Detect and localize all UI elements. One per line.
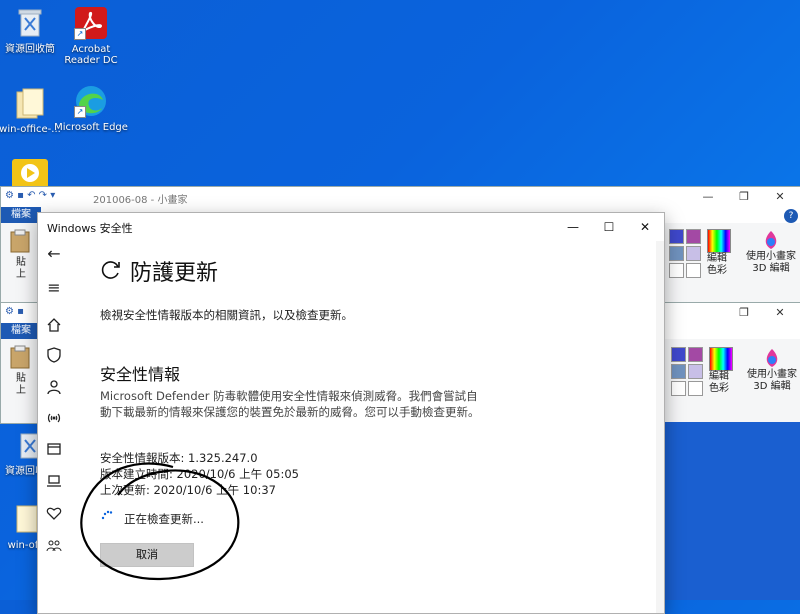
color-swatch[interactable] — [669, 246, 684, 261]
color-swatch[interactable] — [671, 347, 686, 362]
color-swatch[interactable] — [688, 364, 703, 379]
close-button[interactable]: ✕ — [763, 187, 797, 207]
tab-file[interactable]: 檔案 — [1, 207, 41, 223]
acrobat-reader-icon[interactable]: ↗ Acrobat Reader DC — [53, 6, 129, 66]
paste-button[interactable]: 貼上 — [9, 345, 33, 397]
edge-icon-image: ↗ — [74, 84, 108, 118]
tab-file-label: 檔案 — [11, 209, 31, 220]
close-button[interactable]: ✕ — [630, 217, 660, 237]
shortcut-arrow-icon: ↗ — [74, 106, 86, 118]
device-security-icon[interactable] — [45, 473, 63, 491]
heart-health-icon[interactable] — [45, 505, 63, 523]
color-swatch[interactable] — [688, 347, 703, 362]
paste-label: 貼上 — [16, 373, 26, 396]
tab-file-label: 檔案 — [11, 325, 31, 336]
paint3d-label: 使用小畫家 3D 編輯 — [746, 251, 796, 274]
app-browser-icon[interactable] — [45, 441, 63, 459]
paint-titlebar: ⚙ ▪ ↶ ↷ ▾ 201006-08 - 小畫家 — ❐ ✕ — [1, 187, 800, 207]
network-icon[interactable] — [45, 409, 63, 427]
clipboard-icon — [10, 345, 30, 369]
refresh-icon — [100, 259, 122, 285]
maximize-button[interactable]: ❐ — [727, 187, 761, 207]
shield-icon[interactable] — [45, 347, 63, 365]
color-swatch[interactable] — [669, 229, 684, 244]
edit-colors-button[interactable]: 編輯色彩 — [705, 229, 731, 277]
minimize-button[interactable]: — — [558, 217, 588, 237]
win-office-label: win-office-... — [0, 124, 61, 135]
section-title: 安全性情報 — [100, 365, 181, 384]
window-title: Windows 安全性 — [47, 222, 133, 235]
scrollbar[interactable] — [656, 241, 664, 613]
acrobat-icon-image: ↗ — [74, 6, 108, 40]
acrobat-label: Acrobat Reader DC — [64, 44, 118, 66]
tab-file[interactable]: 檔案 — [1, 323, 41, 339]
edge-label: Microsoft Edge — [54, 122, 128, 133]
clipboard-icon — [10, 229, 30, 253]
paint3d-label: 使用小畫家 3D 編輯 — [747, 369, 797, 392]
paint3d-icon — [766, 349, 778, 367]
color-spectrum-icon — [709, 347, 733, 371]
page-title: 防護更新 — [130, 261, 219, 286]
paint-canvas-area — [663, 422, 800, 600]
minimize-button[interactable]: — — [691, 187, 725, 207]
microsoft-edge-icon[interactable]: ↗ Microsoft Edge — [53, 84, 129, 133]
paste-label: 貼上 — [16, 257, 26, 280]
color-swatch[interactable] — [686, 246, 701, 261]
home-icon[interactable] — [45, 317, 63, 335]
ribbon-scroll-icon[interactable]: ? — [784, 209, 798, 223]
hamburger-menu-icon[interactable]: ≡ — [45, 279, 63, 297]
color-swatch[interactable] — [686, 229, 701, 244]
paint3d-button[interactable]: 使用小畫家 3D 編輯 — [745, 347, 799, 393]
account-icon[interactable] — [45, 379, 63, 397]
edit-colors-label: 編輯色彩 — [707, 253, 727, 276]
edit-colors-button[interactable]: 編輯色彩 — [707, 347, 733, 395]
shortcut-arrow-icon: ↗ — [74, 28, 86, 40]
family-icon[interactable] — [45, 537, 63, 555]
back-arrow-icon[interactable]: ← — [45, 245, 63, 263]
page-subtitle: 檢視安全性情報版本的相關資訊，以及檢查更新。 — [100, 308, 353, 322]
recycle-bin-label: 資源回收筒 — [5, 44, 55, 55]
annotation-ellipse — [80, 462, 240, 581]
maximize-button[interactable]: ❐ — [727, 303, 761, 323]
color-spectrum-icon — [707, 229, 731, 253]
recycle-bin-icon-image — [13, 6, 47, 40]
paint3d-icon — [765, 231, 777, 249]
folder-icon — [13, 86, 47, 120]
quick-access-icons: ⚙ ▪ — [5, 306, 24, 317]
close-button[interactable]: ✕ — [763, 303, 797, 323]
paint-title: 201006-08 - 小畫家 — [93, 195, 188, 206]
nav-rail: ← ≡ — [38, 241, 70, 613]
color-swatch[interactable] — [688, 381, 703, 396]
edit-colors-label: 編輯色彩 — [709, 371, 729, 394]
quick-access-icons: ⚙ ▪ ↶ ↷ ▾ — [5, 190, 56, 201]
color-swatch[interactable] — [671, 381, 686, 396]
color-swatch[interactable] — [686, 263, 701, 278]
color-swatch[interactable] — [669, 263, 684, 278]
paste-button[interactable]: 貼上 — [9, 229, 33, 281]
paint3d-button[interactable]: 使用小畫家 3D 編輯 — [743, 229, 799, 275]
section-paragraph: Microsoft Defender 防毒軟體使用安全性情報來偵測威脅。我們會嘗… — [100, 389, 480, 419]
color-swatch[interactable] — [671, 364, 686, 379]
maximize-button[interactable]: ☐ — [594, 217, 624, 237]
